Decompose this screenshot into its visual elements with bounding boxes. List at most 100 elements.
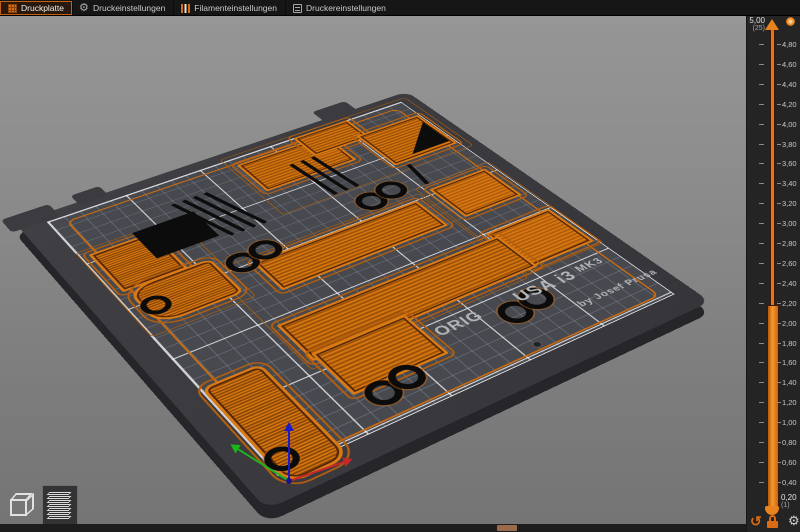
tick-dash <box>777 183 781 184</box>
layer-tick: 4,80 <box>747 39 800 49</box>
tick-dash <box>777 144 781 145</box>
layer-tick: 2,60 <box>747 258 800 268</box>
layer-tick-label: 0,40 <box>782 478 797 487</box>
layer-tick-label: 2,40 <box>782 279 797 288</box>
layer-tick: 1,20 <box>747 397 800 407</box>
layer-tick-label: 2,80 <box>782 239 797 248</box>
tick-dash <box>777 84 781 85</box>
tick-dash <box>777 422 781 423</box>
layer-tick: 4,40 <box>747 79 800 89</box>
tick-dash <box>759 343 764 344</box>
layer-tick-label: 3,00 <box>782 219 797 228</box>
layer-tick-label: 2,20 <box>782 299 797 308</box>
layer-tick-label: 1,00 <box>782 418 797 427</box>
layer-tick-label: 1,60 <box>782 358 797 367</box>
tick-dash <box>777 303 781 304</box>
printer-icon <box>293 4 302 13</box>
layer-tick-label: 1,40 <box>782 378 797 387</box>
upper-handle-label: 5,00 (25) <box>739 16 765 32</box>
tick-dash <box>759 44 764 45</box>
layer-tick: 2,80 <box>747 238 800 248</box>
tick-dash <box>777 462 781 463</box>
tab-druckplatte[interactable]: Druckplatte <box>0 1 72 15</box>
layer-tick-label: 4,40 <box>782 80 797 89</box>
tab-label: Druckplatte <box>21 3 64 13</box>
settings-tab-bar: Druckplatte Druckeinstellungen Filamente… <box>0 0 800 16</box>
tick-dash <box>777 482 781 483</box>
lock-icon[interactable] <box>767 515 778 528</box>
layer-tick-label: 4,60 <box>782 60 797 69</box>
gear-icon[interactable]: ⚙ <box>788 513 800 529</box>
layer-preview-view-button[interactable] <box>42 485 78 525</box>
gear-icon <box>80 4 89 13</box>
tick-dash <box>759 323 764 324</box>
layer-tick: 3,00 <box>747 218 800 228</box>
layer-tick-label: 3,60 <box>782 159 797 168</box>
tick-dash <box>777 402 781 403</box>
tab-druckeinstellungen[interactable]: Druckeinstellungen <box>72 1 173 15</box>
tick-dash <box>777 442 781 443</box>
layer-tick-label: 4,00 <box>782 120 797 129</box>
plate-icon <box>8 4 17 13</box>
tick-dash <box>759 422 764 423</box>
tab-druckereinstellungen[interactable]: Druckereinstellungen <box>285 1 394 15</box>
layer-slider-upper-handle[interactable] <box>765 19 779 30</box>
layer-tick-label: 2,60 <box>782 259 797 268</box>
layer-tick-label: 3,80 <box>782 140 797 149</box>
horizontal-slider-handle[interactable] <box>497 525 517 531</box>
layer-tick: 2,20 <box>747 298 800 308</box>
layer-tick: 0,60 <box>747 457 800 467</box>
tick-dash <box>777 44 781 45</box>
layers-icon <box>47 492 72 495</box>
view-mode-toolbar <box>4 485 78 525</box>
layer-tick: 1,40 <box>747 377 800 387</box>
slicer-window: Druckplatte Druckeinstellungen Filamente… <box>0 0 800 532</box>
layer-tick: 1,00 <box>747 417 800 427</box>
horizontal-slider-bar[interactable] <box>0 524 746 532</box>
tick-dash <box>759 203 764 204</box>
axes-origin <box>286 478 292 484</box>
layer-tick-label: 0,80 <box>782 438 797 447</box>
tick-dash <box>777 283 781 284</box>
tick-dash <box>759 243 764 244</box>
tick-dash <box>777 203 781 204</box>
tick-dash <box>759 183 764 184</box>
tick-dash <box>759 144 764 145</box>
bed-tab <box>1 204 60 233</box>
layer-tick: 0,40 <box>747 477 800 487</box>
lower-handle-label: 0,20 (1) <box>781 493 797 509</box>
tick-dash <box>777 124 781 125</box>
upper-handle-layer: (25) <box>739 25 765 32</box>
tick-dash <box>777 163 781 164</box>
tab-label: Druckereinstellungen <box>306 3 386 13</box>
layers-icon <box>47 516 72 519</box>
tick-dash <box>759 163 764 164</box>
tab-filamenteinstellungen[interactable]: Filamenteinstellungen <box>173 1 285 15</box>
tick-dash <box>777 243 781 244</box>
layer-tick: 0,80 <box>747 437 800 447</box>
cube-icon <box>10 499 27 516</box>
layer-tick: 1,60 <box>747 357 800 367</box>
viewport-3d[interactable]: ORIG USA i3 MK3 by Josef Prusa <box>0 16 746 532</box>
top-marker-dot[interactable] <box>786 17 795 26</box>
tick-dash <box>777 362 781 363</box>
layer-tick: 4,20 <box>747 99 800 109</box>
layers-icon <box>47 512 72 515</box>
filament-icon <box>181 4 190 13</box>
layers-icon <box>47 496 72 499</box>
layer-tick-label: 4,20 <box>782 100 797 109</box>
tick-dash <box>759 223 764 224</box>
lower-handle-layer: (1) <box>781 502 797 509</box>
layer-tick-label: 2,00 <box>782 319 797 328</box>
tab-label: Druckeinstellungen <box>93 3 165 13</box>
layer-slider-panel: 5,00 (25) 4,804,604,404,204,003,803,603,… <box>746 16 800 532</box>
3d-editor-view-button[interactable] <box>4 485 40 525</box>
tick-dash <box>777 323 781 324</box>
undo-icon[interactable]: ↺ <box>750 513 762 530</box>
tick-dash <box>777 382 781 383</box>
tick-dash <box>777 64 781 65</box>
layer-tick: 2,40 <box>747 278 800 288</box>
tick-dash <box>777 223 781 224</box>
layer-tick: 4,60 <box>747 59 800 69</box>
tab-label: Filamenteinstellungen <box>194 3 277 13</box>
